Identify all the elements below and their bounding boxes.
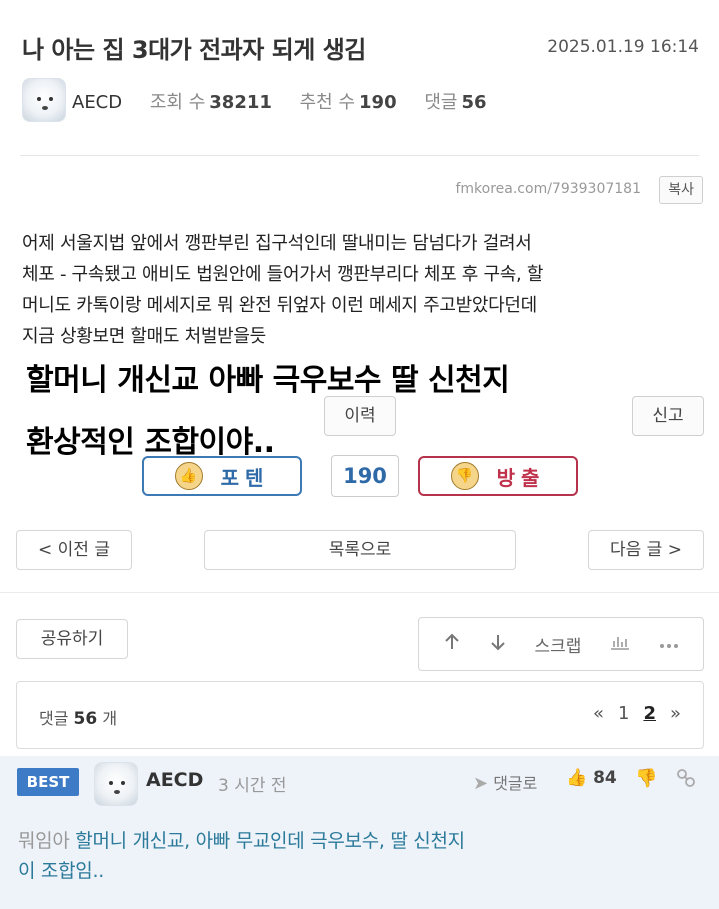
body-line: 머니도 카톡이랑 메세지로 뭐 완전 뒤엎자 이런 메세지 주고받았다던데 bbox=[22, 295, 537, 316]
post-toolbar: 스크랩 bbox=[418, 617, 704, 671]
scrap-button[interactable]: 스크랩 bbox=[535, 632, 582, 657]
thumbs-down-icon: 👎 bbox=[450, 462, 479, 490]
arrow-down-icon[interactable] bbox=[489, 633, 507, 656]
history-button[interactable]: 이력 bbox=[324, 396, 396, 436]
views-label: 조회 수 bbox=[149, 92, 206, 113]
header-divider bbox=[20, 155, 699, 156]
chart-icon[interactable] bbox=[609, 633, 631, 656]
pager-prev-button[interactable]: « bbox=[593, 703, 604, 724]
comments-count: 56 bbox=[461, 92, 487, 113]
send-icon: ➤ bbox=[473, 773, 489, 794]
thumbs-up-icon: 👍 bbox=[174, 462, 203, 490]
views-count: 38211 bbox=[209, 92, 272, 113]
recommend-count: 190 bbox=[359, 92, 397, 113]
thumbs-down-outline-icon: 👎 bbox=[635, 768, 658, 789]
link-icon[interactable] bbox=[676, 768, 696, 792]
post-title: 나 아는 집 3대가 전과자 되게 생김 bbox=[22, 36, 366, 64]
arrow-up-icon[interactable] bbox=[443, 633, 461, 656]
section-divider bbox=[0, 592, 719, 593]
comment-line-1: 뭐임아 할머니 개신교, 아빠 무교인데 극우보수, 딸 신천지 bbox=[18, 826, 618, 856]
post-date: 2025.01.19 16:14 bbox=[547, 37, 699, 57]
author-name[interactable]: AECD bbox=[72, 92, 122, 113]
next-post-button[interactable]: 다음 글 > bbox=[588, 530, 704, 570]
body-line: 체포 - 구속됐고 애비도 법원안에 들어가서 깽판부리다 체포 후 구속, 할 bbox=[22, 264, 544, 285]
comment-prefix: 뭐임아 bbox=[18, 830, 70, 852]
post-meta: AECD 조회 수 38211 추천 수 190 댓글 56 bbox=[72, 88, 509, 114]
author-avatar[interactable] bbox=[22, 78, 66, 122]
like-count: 84 bbox=[593, 768, 617, 788]
pager-page-1[interactable]: 1 bbox=[618, 703, 629, 724]
body-line: 지금 상황보면 할매도 처벌받을듯 bbox=[22, 326, 266, 347]
best-badge: BEST bbox=[17, 768, 79, 796]
pager-next-button[interactable]: » bbox=[670, 703, 681, 724]
vote-down-label: 방출 bbox=[496, 465, 546, 490]
pager-page-2[interactable]: 2 bbox=[643, 703, 656, 724]
release-vote-button[interactable]: 👎 방출 bbox=[418, 456, 578, 496]
comment-count-unit: 개 bbox=[102, 709, 118, 728]
comment-header: 댓글 56 개 « 1 2 » bbox=[16, 681, 704, 749]
body-line: 어제 서울지법 앞에서 깽판부린 집구석인데 딸내미는 담넘다가 걸려서 bbox=[22, 233, 532, 254]
dislike-button[interactable]: 👎 bbox=[635, 768, 657, 789]
overlay-caption-line1: 할머니 개신교 아빠 극우보수 딸 신천지 bbox=[26, 363, 510, 398]
comments-label: 댓글 bbox=[424, 92, 458, 113]
comment-text: 뭐임아 할머니 개신교, 아빠 무교인데 극우보수, 딸 신천지 이 조합임.. bbox=[18, 826, 618, 886]
potential-vote-button[interactable]: 👍 포텐 bbox=[142, 456, 302, 496]
vote-count: 190 bbox=[331, 455, 399, 497]
reply-button[interactable]: ➤ 댓글로 bbox=[473, 770, 537, 794]
report-button[interactable]: 신고 bbox=[632, 396, 704, 436]
post-body: 어제 서울지법 앞에서 깽판부린 집구석인데 딸내미는 담넘다가 걸려서 체포 … bbox=[22, 228, 702, 352]
list-button[interactable]: 목록으로 bbox=[204, 530, 516, 570]
comment-count: 댓글 56 개 bbox=[39, 705, 117, 729]
like-button[interactable]: 👍 84 bbox=[566, 768, 617, 788]
copy-url-button[interactable]: 복사 bbox=[659, 176, 703, 204]
comment-count-label: 댓글 bbox=[39, 709, 69, 728]
post-url[interactable]: fmkorea.com/7939307181 bbox=[455, 181, 641, 197]
comment-time: 3 시간 전 bbox=[218, 776, 287, 796]
overlay-caption-line2: 환상적인 조합이야.. bbox=[26, 425, 275, 460]
vote-up-label: 포텐 bbox=[220, 465, 270, 490]
recommend-label: 추천 수 bbox=[299, 92, 356, 113]
comment-line-2: 이 조합임.. bbox=[18, 860, 104, 882]
comment-author[interactable]: AECD bbox=[146, 769, 203, 791]
reply-label: 댓글로 bbox=[493, 774, 538, 793]
share-button[interactable]: 공유하기 bbox=[16, 619, 128, 659]
comment-count-value: 56 bbox=[73, 709, 98, 729]
comment-author-avatar[interactable] bbox=[94, 762, 138, 806]
comment-pager: « 1 2 » bbox=[593, 703, 681, 724]
comment-line-1-text: 할머니 개신교, 아빠 무교인데 극우보수, 딸 신천지 bbox=[75, 830, 465, 852]
prev-post-button[interactable]: < 이전 글 bbox=[16, 530, 132, 570]
thumbs-up-outline-icon: 👍 bbox=[566, 768, 588, 788]
more-icon[interactable] bbox=[659, 634, 679, 654]
